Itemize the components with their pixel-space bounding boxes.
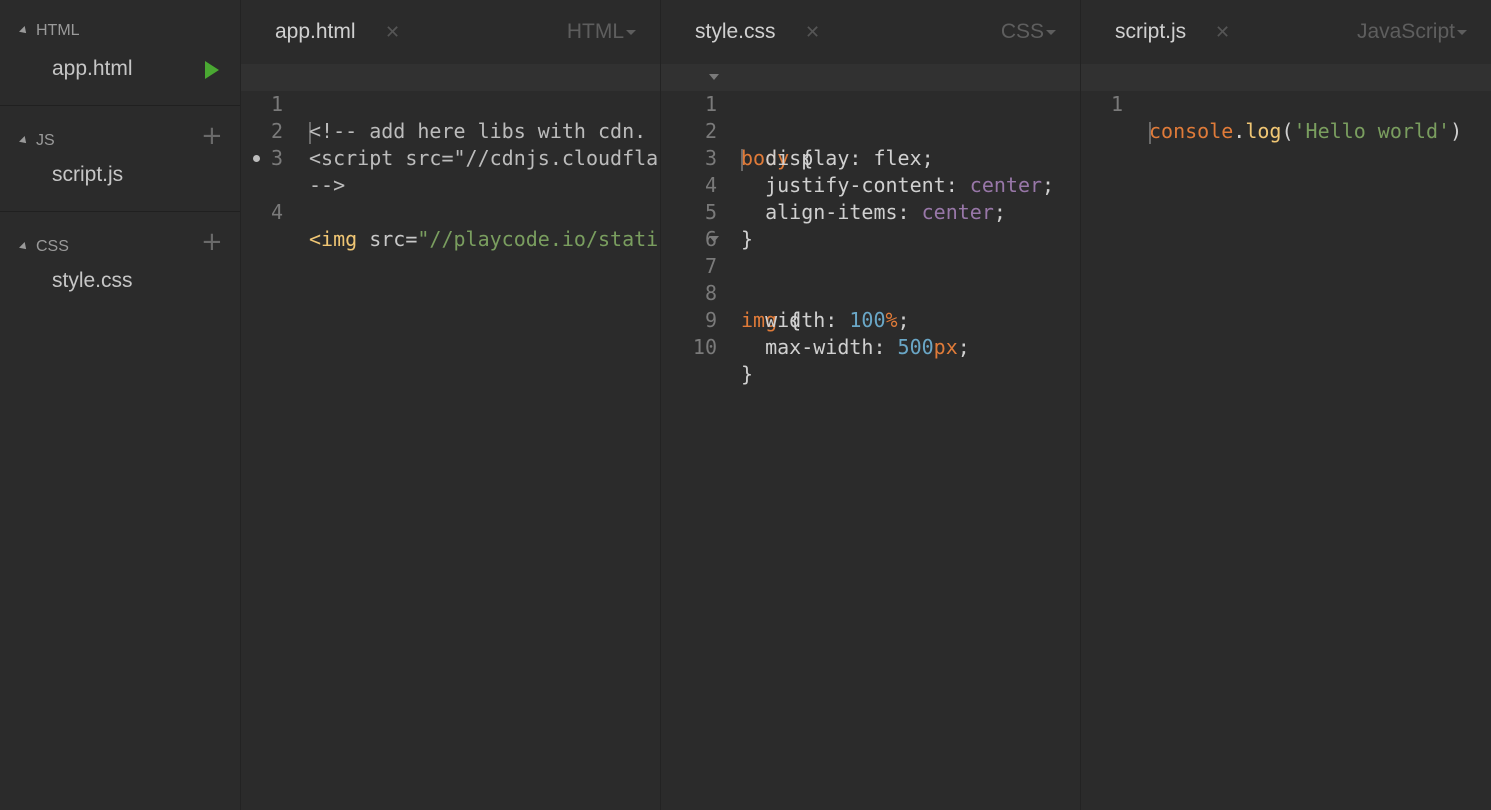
code-line: 4 align-items: center;	[661, 145, 1080, 224]
code-line: 10 }	[661, 307, 1080, 386]
file-sidebar: HTML app.html JS + script.js CSS + style…	[0, 0, 241, 810]
object-token: console	[1149, 119, 1234, 143]
code-editor[interactable]: 1 <!-- add here libs with cdn. 2 <script…	[241, 64, 660, 251]
line-number: 4	[270, 200, 283, 224]
code-text: <img src="//playcode.io/stati	[309, 226, 660, 253]
editor-pane-css: style.css ✕ CSS 1 body { 2 display: flex…	[661, 0, 1081, 810]
add-css-file-plus-icon[interactable]: +	[201, 229, 223, 255]
dot-token: .	[1233, 119, 1246, 143]
tab-app-html[interactable]: app.html	[275, 20, 356, 44]
language-select[interactable]: HTML	[567, 20, 624, 44]
language-select[interactable]: CSS	[1001, 20, 1044, 44]
section-toggle-js[interactable]: JS	[19, 132, 55, 150]
attr-token: src=	[357, 227, 418, 251]
close-icon[interactable]: ✕	[385, 22, 400, 43]
sidebar-section-html: HTML app.html	[0, 0, 240, 106]
sidebar-file-app-html[interactable]: app.html	[52, 57, 133, 81]
collapse-triangle-icon	[19, 136, 29, 146]
editor-tabbar: script.js ✕ JavaScript	[1081, 0, 1491, 64]
chevron-down-icon[interactable]	[626, 30, 636, 35]
run-play-icon[interactable]	[205, 61, 219, 79]
semicolon-token: ;	[957, 335, 970, 359]
number-token: 500	[897, 335, 934, 359]
section-title: JS	[36, 132, 55, 149]
modified-dot-icon	[253, 155, 260, 162]
sidebar-file-style-css[interactable]: style.css	[52, 269, 133, 293]
line-number: 10	[692, 335, 717, 359]
code-text: max-width: 500px;	[741, 334, 1080, 361]
unit-token: px	[933, 335, 958, 359]
code-line: 3 -->	[241, 118, 660, 197]
comment-token: -->	[309, 173, 346, 197]
editor-tabbar: style.css ✕ CSS	[661, 0, 1080, 64]
collapse-triangle-icon	[19, 242, 29, 252]
close-icon[interactable]: ✕	[805, 22, 820, 43]
editor-tabbar: app.html ✕ HTML	[241, 0, 660, 64]
sidebar-section-js: JS + script.js	[0, 106, 240, 212]
code-editor[interactable]: 1 body { 2 display: flex; 3 justify-cont…	[661, 64, 1080, 386]
property-token: max-width:	[741, 335, 898, 359]
code-line: 9 max-width: 500px;	[661, 280, 1080, 359]
chevron-down-icon[interactable]	[1457, 30, 1467, 35]
section-title: CSS	[36, 238, 69, 255]
editor-pane-js: script.js ✕ JavaScript 1 console.log('He…	[1081, 0, 1491, 810]
code-line: 2 <script src="//cdnjs.cloudfla	[241, 91, 660, 170]
editor-pane-html: app.html ✕ HTML 1 <!-- add here libs wit…	[241, 0, 661, 810]
paren-token: (	[1281, 119, 1294, 143]
paren-token: )	[1450, 119, 1463, 143]
code-line: 1 console.log('Hello world')	[1081, 64, 1491, 144]
collapse-triangle-icon	[19, 26, 29, 36]
section-toggle-css[interactable]: CSS	[19, 238, 69, 256]
brace-token: }	[741, 362, 754, 386]
string-token: "//playcode.io/stati	[417, 227, 659, 251]
code-line: 7 img {	[661, 226, 1080, 332]
string-token: 'Hello world'	[1293, 119, 1451, 143]
line-number: 1	[1110, 92, 1123, 116]
section-toggle-html[interactable]: HTML	[19, 22, 80, 40]
code-line: 4 <img src="//playcode.io/stati	[241, 145, 660, 251]
fold-arrow-icon[interactable]	[709, 236, 719, 242]
section-title: HTML	[36, 22, 80, 39]
close-icon[interactable]: ✕	[1215, 22, 1230, 43]
code-line: 8 width: 100%;	[661, 253, 1080, 332]
fold-arrow-icon[interactable]	[709, 74, 719, 80]
chevron-down-icon[interactable]	[1046, 30, 1056, 35]
function-token: log	[1245, 119, 1282, 143]
language-select[interactable]: JavaScript	[1357, 20, 1455, 44]
code-editor[interactable]: 1 console.log('Hello world')	[1081, 64, 1491, 144]
tab-style-css[interactable]: style.css	[695, 20, 776, 44]
code-line: 1 body {	[661, 64, 1080, 171]
code-line: 1 <!-- add here libs with cdn.	[241, 64, 660, 144]
add-js-file-plus-icon[interactable]: +	[201, 123, 223, 149]
code-line: 6	[661, 199, 1080, 251]
tag-token: <img	[309, 227, 358, 251]
code-line: 3 justify-content: center;	[661, 118, 1080, 197]
code-line: 2 display: flex;	[661, 91, 1080, 170]
sidebar-section-css: CSS + style.css	[0, 212, 240, 317]
tab-script-js[interactable]: script.js	[1115, 20, 1186, 44]
code-line: 5 }	[661, 172, 1080, 251]
code-text: console.log('Hello world')	[1149, 118, 1491, 145]
sidebar-file-script-js[interactable]: script.js	[52, 163, 123, 187]
